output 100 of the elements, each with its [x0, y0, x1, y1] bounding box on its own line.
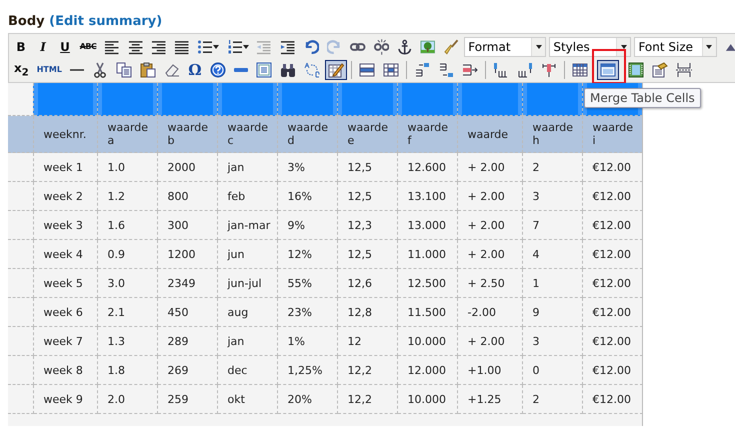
table-cell: 10.000 — [397, 384, 457, 414]
table-cell: 12,5 — [337, 240, 397, 268]
table-cell: jan — [217, 326, 277, 356]
column-header: waarde — [457, 116, 522, 152]
table-cell: 12,3 — [337, 210, 397, 240]
table-cell-icon — [382, 62, 399, 78]
format-button[interactable]: Ω — [184, 60, 205, 80]
align-right-icon — [150, 38, 166, 54]
help-icon — [210, 62, 226, 78]
table-cell: €12.00 — [582, 326, 642, 356]
merge-button[interactable] — [596, 60, 619, 80]
bullet-list-icon — [197, 38, 214, 54]
table-cell: 1.2 — [97, 182, 157, 210]
replace-icon — [304, 62, 320, 78]
copy-icon — [116, 62, 132, 78]
table-cell: 0 — [522, 356, 582, 384]
table-cell: 1.0 — [97, 152, 157, 182]
caret-icon — [536, 44, 542, 48]
insert-column-left-icon — [492, 62, 509, 78]
column-header: waarde h — [522, 116, 582, 152]
table-cell: 300 — [157, 210, 217, 240]
table-cell: 2000 — [157, 152, 217, 182]
column-header: waarde b — [157, 116, 217, 152]
table-cell: €12.00 — [582, 356, 642, 384]
format-button[interactable]: B — [11, 36, 31, 56]
undo-icon — [303, 38, 319, 54]
table-cell: week 8 — [33, 356, 97, 384]
caret-icon — [242, 44, 249, 48]
numbered-list-icon — [226, 38, 243, 54]
format-select[interactable]: Styles — [549, 36, 632, 56]
format-button[interactable]: ABC — [77, 36, 100, 56]
clipboard-icon — [140, 62, 156, 78]
table-cell: 12.600 — [397, 152, 457, 182]
table-cell: aug — [217, 298, 277, 326]
table-cell: 269 — [157, 356, 217, 384]
table-cell: 12,5 — [337, 182, 397, 210]
table-cell: week 6 — [33, 298, 97, 326]
column-header: waarde i — [582, 116, 642, 152]
justify-icon — [174, 38, 190, 54]
broken-chain-icon — [374, 38, 389, 54]
table-cell: 9 — [522, 298, 582, 326]
table-cell: 259 — [157, 384, 217, 414]
table-cell: 450 — [157, 298, 217, 326]
table-cell: €12.00 — [582, 210, 642, 240]
page-break-icon — [676, 62, 692, 78]
edit-button[interactable] — [324, 60, 347, 80]
table-cell: dec — [217, 356, 277, 384]
table-cell: €12.00 — [582, 152, 642, 182]
format-button[interactable]: HTML — [34, 60, 65, 80]
table-cell: 12 — [337, 326, 397, 356]
table-cell: 12,8 — [337, 298, 397, 326]
table-cell: €12.00 — [582, 298, 642, 326]
table-cell: 7 — [522, 210, 582, 240]
table-cell: week 3 — [33, 210, 97, 240]
table-cell: week 5 — [33, 268, 97, 298]
column-header: waarde c — [217, 116, 277, 152]
table-cell: + 2.00 — [457, 240, 522, 268]
table-cell: 9% — [277, 210, 337, 240]
horizontal-line-icon — [70, 68, 84, 70]
table-row-icon — [358, 62, 375, 78]
table-cell: + 2.00 — [457, 182, 522, 210]
format-button[interactable]: U — [55, 36, 75, 56]
table-cell: 16% — [277, 182, 337, 210]
format-button[interactable]: x$_{2}$ — [11, 60, 32, 80]
pencil-on-table-icon — [328, 62, 344, 78]
film-strip-icon — [628, 62, 644, 78]
table-cell: €12.00 — [582, 240, 642, 268]
table-cell: 2349 — [157, 268, 217, 298]
table-cell: 12,2 — [337, 356, 397, 384]
column-header: waarde e — [337, 116, 397, 152]
format-select[interactable]: Format — [464, 36, 546, 56]
table-cell: 1200 — [157, 240, 217, 268]
eraser-icon — [164, 62, 180, 78]
brush-icon — [444, 38, 460, 54]
format-select[interactable]: Font Size — [634, 36, 717, 56]
edit-summary-link[interactable]: (Edit summary) — [49, 14, 162, 29]
delete-column-icon — [540, 62, 557, 78]
table-cell: 1% — [277, 326, 337, 356]
properties-icon — [652, 62, 668, 78]
align-center-icon — [128, 38, 143, 54]
table-cell: 2 — [522, 384, 582, 414]
redo-icon — [326, 38, 342, 54]
insert-column-right-icon — [516, 62, 533, 78]
table-cell: 12,6 — [337, 268, 397, 298]
tree-picture-icon — [420, 38, 436, 54]
table-cell: 12,5 — [337, 152, 397, 182]
insert-row-above-icon — [414, 62, 430, 78]
format-button[interactable]: I — [33, 36, 53, 56]
table-cell: 3 — [522, 182, 582, 210]
caret-icon — [620, 44, 627, 48]
table-cell: 12% — [277, 240, 337, 268]
table-cell: week 7 — [33, 326, 97, 356]
caret-icon — [706, 44, 712, 48]
table-cell: 3.0 — [97, 268, 157, 298]
table-cell: okt — [217, 384, 277, 414]
table-cell: 2 — [522, 152, 582, 182]
column-header: waarde f — [397, 116, 457, 152]
tooltip: Merge Table Cells — [584, 88, 701, 108]
table-cell: 11.000 — [397, 240, 457, 268]
table-cell: 20% — [277, 384, 337, 414]
